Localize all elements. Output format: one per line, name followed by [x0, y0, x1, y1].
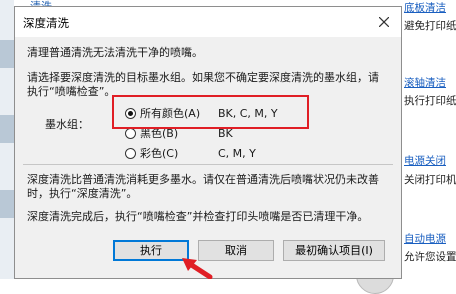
- note-text-line1: 深度清洗比普通清洗消耗更多墨水。请仅在普通清洗后喷嘴状况仍未改善: [27, 173, 379, 186]
- background-left-strip: [0, 0, 14, 279]
- instruction-text-line1: 请选择要深度清洗的目标墨水组。如果您不确定要深度清洗的墨水组，请: [27, 71, 379, 84]
- radio-black-inks: BK: [218, 126, 233, 140]
- note-text-line2: 时，执行“深度清洗”。: [27, 187, 138, 200]
- ink-group-label: 墨水组：: [45, 118, 89, 131]
- background-desc-roller-cleaning: 执行打印纸: [404, 95, 456, 107]
- background-link-auto-power[interactable]: 自动电源: [404, 231, 446, 246]
- dialog-title: 深度清洗: [23, 16, 69, 30]
- deep-cleaning-dialog: 深度清洗 清理普通清洗无法清洗干净的喷嘴。 请选择要深度清洗的目标墨水组。如果您…: [14, 6, 402, 279]
- intro-text: 清理普通清洗无法清洗干净的喷嘴。: [27, 46, 203, 59]
- confirm-items-button[interactable]: 最初确认项目(I): [283, 240, 385, 261]
- radio-button[interactable]: [125, 127, 136, 139]
- close-button[interactable]: [369, 7, 399, 37]
- radio-black-label: 黑色(B): [140, 127, 179, 140]
- instruction-text-line2: 执行“喷嘴检查”。: [27, 85, 116, 98]
- divider: [23, 164, 393, 165]
- execute-button[interactable]: 执行: [113, 240, 189, 261]
- radio-button[interactable]: [125, 147, 136, 159]
- background-left-bar: [0, 115, 14, 143]
- radio-color-inks: C, M, Y: [218, 146, 256, 160]
- cancel-button[interactable]: 取消: [198, 240, 274, 261]
- background-desc-auto-power: 允许您设置: [404, 251, 456, 263]
- background-desc-power-off: 关闭打印机: [404, 174, 456, 186]
- radio-button-checked[interactable]: [125, 107, 136, 119]
- radio-all-colors[interactable]: 所有颜色(A) BK, C, M, Y: [125, 105, 278, 121]
- after-cleaning-text: 深度清洗完成后，执行“喷嘴检查”并检查打印头喷嘴是否已清理干净。: [27, 210, 369, 223]
- radio-black[interactable]: 黑色(B) BK: [125, 125, 233, 141]
- background-desc-plate-cleaning: 避免打印纸: [404, 20, 456, 32]
- background-link-plate-cleaning[interactable]: 底板清洁: [404, 0, 446, 15]
- background-link-power-off[interactable]: 电源关闭: [404, 153, 446, 168]
- radio-all-colors-inks: BK, C, M, Y: [218, 106, 278, 120]
- radio-color[interactable]: 彩色(C) C, M, Y: [125, 145, 256, 161]
- dialog-titlebar: 深度清洗: [15, 7, 401, 37]
- background-left-bar: [0, 40, 14, 68]
- background-link-roller-cleaning[interactable]: 滚轴清洁: [404, 75, 446, 90]
- radio-color-label: 彩色(C): [140, 147, 179, 160]
- background-left-bar: [0, 190, 14, 218]
- radio-all-colors-label: 所有颜色(A): [140, 107, 201, 120]
- close-icon: [379, 17, 389, 27]
